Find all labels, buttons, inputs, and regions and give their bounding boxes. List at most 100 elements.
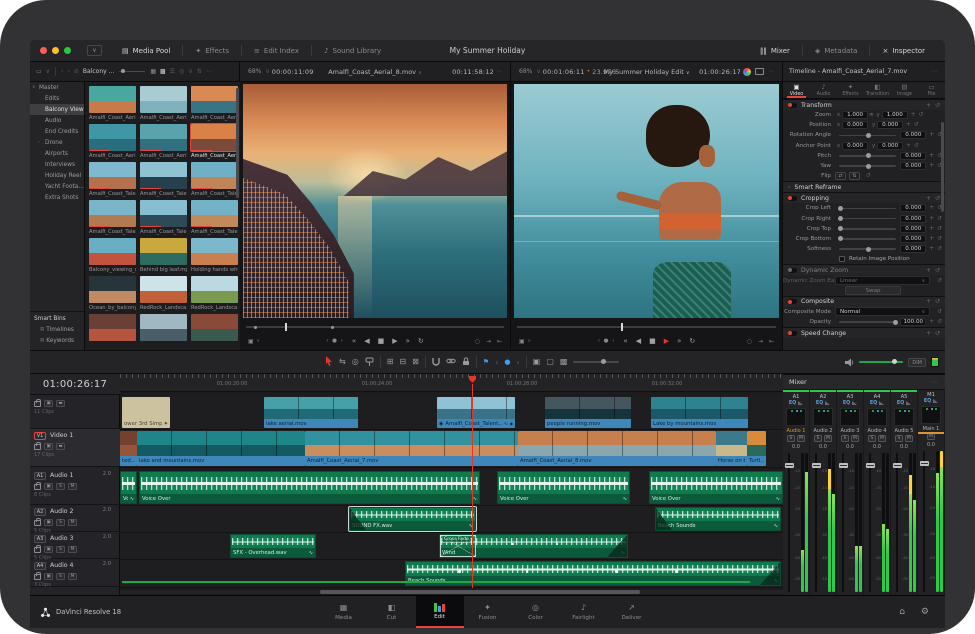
fader-handle[interactable] — [839, 463, 848, 468]
section-toggle[interactable] — [788, 299, 797, 304]
sidebar-item-extra-shots[interactable]: Extra Shots — [30, 192, 84, 203]
chevron-down-icon[interactable]: ∨ — [265, 68, 269, 75]
media-clip[interactable] — [140, 314, 187, 343]
chevron-down-icon[interactable]: ∨ — [528, 339, 531, 344]
page-button-fairlight[interactable]: ♪Fairlight — [560, 596, 608, 628]
media-clip[interactable]: Amalfi_Coast_Tale... — [140, 162, 187, 197]
solo-button[interactable]: S — [56, 546, 65, 553]
sidebar-item-edits[interactable]: Edits — [30, 93, 84, 104]
inspector-scrollbar[interactable] — [941, 122, 944, 212]
match-frame-icon[interactable]: ○ — [747, 338, 752, 345]
timeline-ruler[interactable]: 01:00:20:0001:00:24:0001:00:28:0001:00:3… — [120, 374, 783, 392]
y-value-field[interactable]: 0.000 — [877, 142, 903, 150]
top-tab-inspector[interactable]: ×Inspector — [870, 40, 937, 61]
add-keyframe-icon[interactable]: + — [926, 330, 931, 337]
monitor-volume-slider[interactable] — [859, 361, 903, 363]
timeline-zoom-slider[interactable] — [573, 361, 619, 363]
chevron-down-icon[interactable]: ∨ — [46, 68, 50, 75]
automation-point[interactable] — [615, 570, 618, 573]
track-lock-icon[interactable] — [34, 484, 41, 490]
fader-track[interactable] — [869, 453, 871, 593]
track-header-a2[interactable]: A2Audio 22.0▣SM5 Clips — [30, 505, 120, 532]
param-value-field[interactable]: 0.000 — [900, 162, 926, 170]
track-id-badge[interactable]: A2 — [34, 508, 46, 516]
timeline-zoom-level[interactable]: 68% — [519, 68, 532, 75]
timeline-audio-clip[interactable]: Beach Sounds∿ — [655, 507, 781, 531]
timeline-audio-clip[interactable]: Wind∿Cross Fade — [439, 534, 628, 558]
x-value-field[interactable]: 0.000 — [842, 142, 868, 150]
mixer-strip-a3[interactable]: A3EQAudio 3SM0.0-10-15-20-30-40-50 — [837, 390, 864, 596]
crossfade-overlay[interactable]: Cross Fade — [440, 535, 476, 557]
section-header-dynamic-zoom[interactable]: Dynamic Zoom+↺ — [783, 264, 945, 275]
add-keyframe-icon[interactable]: + — [929, 216, 934, 222]
x-value-field[interactable]: 0.000 — [842, 121, 868, 129]
reset-icon[interactable]: ↺ — [937, 226, 942, 232]
fader-handle[interactable] — [812, 463, 821, 468]
param-slider[interactable] — [839, 155, 896, 157]
automation-point[interactable] — [526, 570, 529, 573]
solo-button[interactable]: S — [56, 519, 65, 526]
usage-filter-icon[interactable]: ⊘ — [74, 68, 79, 75]
timeline-video-clip[interactable]: lake and mountains.mov — [137, 431, 305, 466]
track-header-a4[interactable]: A4Audio 42.0▣SM3 Clips — [30, 559, 120, 587]
pan-pad[interactable] — [921, 406, 941, 424]
play-button[interactable]: ▶ — [664, 338, 669, 345]
media-clip[interactable]: Amalfi_Coast_Aeri... — [191, 124, 238, 159]
last-frame-button[interactable]: » — [677, 338, 681, 345]
track-lock-icon[interactable] — [34, 520, 41, 526]
automation-point[interactable] — [675, 570, 678, 573]
media-clip[interactable]: Amalfi_Coast_Aeri... — [140, 86, 187, 121]
mixer-strip-a1[interactable]: A1EQAudio 1SM0.0-10-15-20-30-40-50 — [783, 390, 810, 596]
timeline-scrollbar-thumb[interactable] — [320, 590, 640, 594]
mixer-strip-a4[interactable]: A4EQAudio 4SM0.0-10-15-20-30-40-50 — [864, 390, 891, 596]
cinema-viewer-icon[interactable] — [755, 68, 764, 75]
loop-button[interactable]: ↻ — [418, 338, 424, 345]
automation-point[interactable] — [511, 543, 514, 546]
pan-pad[interactable] — [867, 408, 887, 426]
add-keyframe-icon[interactable]: + — [929, 246, 934, 252]
track-enable-icon[interactable]: ▬ — [56, 400, 65, 407]
track-id-badge[interactable]: A1 — [34, 472, 46, 480]
mute-button[interactable]: M — [68, 546, 77, 553]
section-header-composite[interactable]: Composite+↺ — [783, 296, 945, 307]
source-zoom-level[interactable]: 68% — [248, 68, 261, 75]
timeline-audio-clip[interactable]: SFX - Overhead.wav∿ — [230, 534, 316, 558]
chevron-down-icon[interactable]: ∨ — [536, 68, 540, 75]
add-keyframe-icon[interactable]: + — [926, 298, 931, 305]
add-keyframe-icon[interactable]: + — [926, 195, 931, 202]
tab-transition[interactable]: ◧Transition — [864, 82, 891, 98]
timeline-scrollbar[interactable] — [120, 590, 783, 594]
timeline-video-clip[interactable]: people running.mov — [545, 397, 631, 428]
reset-icon[interactable]: ↺ — [935, 330, 940, 337]
solo-button[interactable]: S — [841, 435, 849, 442]
param-value-field[interactable]: 0.000 — [900, 131, 926, 139]
sidebar-item-keywords[interactable]: ▤Keywords — [30, 335, 84, 346]
timeline-title-clip[interactable]: ower 3rd Simple Underl...✷ — [122, 397, 170, 428]
param-value-field[interactable]: 100.00 — [900, 318, 926, 326]
param-value-field[interactable]: 0.000 — [900, 235, 926, 243]
media-clip[interactable] — [191, 314, 238, 343]
custom-zoom-button[interactable]: ▩ — [560, 358, 568, 366]
meters-toggle-icon[interactable] — [931, 357, 939, 367]
trim-edit-tool-button[interactable]: ⇆ — [339, 358, 346, 366]
sidebar-item-drone[interactable]: ›Drone — [30, 137, 84, 148]
link-icon[interactable]: ∞ — [869, 112, 874, 118]
media-clip[interactable]: Amalfi_Coast_Aeri... — [89, 124, 136, 159]
reset-icon[interactable]: ↺ — [935, 298, 940, 305]
top-tab-metadata[interactable]: ◈Metadata — [803, 40, 870, 61]
param-slider[interactable] — [839, 165, 896, 167]
timeline-audio-clip[interactable]: Voice Over∿ — [139, 471, 480, 504]
add-keyframe-icon[interactable]: + — [906, 143, 911, 149]
auto-select-icon[interactable]: ▣ — [44, 546, 53, 553]
reset-icon[interactable]: ↺ — [935, 267, 940, 274]
tab-image[interactable]: ▤Image — [891, 82, 918, 98]
fader-handle[interactable] — [866, 463, 875, 468]
section-toggle[interactable] — [788, 268, 797, 273]
timeline-video-clip[interactable]: ◉Amalfi_Coast_Talent...∿◆ — [437, 397, 515, 428]
fader-track[interactable] — [815, 453, 817, 593]
add-keyframe-icon[interactable]: + — [929, 153, 934, 159]
auto-select-icon[interactable]: ▣ — [44, 519, 53, 526]
home-icon[interactable]: ⌂ — [899, 596, 905, 628]
page-button-color[interactable]: ◎Color — [512, 596, 560, 628]
section-toggle[interactable] — [788, 103, 797, 108]
